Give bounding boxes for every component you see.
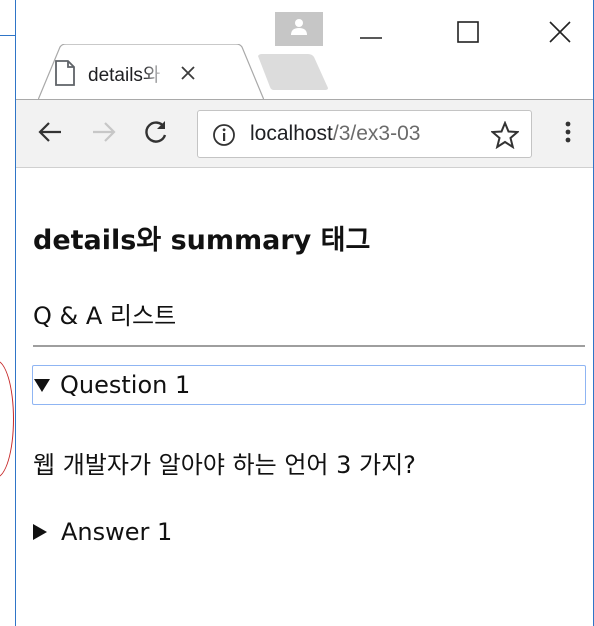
profile-button[interactable] bbox=[275, 12, 323, 46]
maximize-icon bbox=[457, 21, 479, 47]
title-bar: details와 summary 태그 bbox=[16, 0, 593, 100]
browser-window: details와 summary 태그 bbox=[15, 0, 594, 626]
person-icon bbox=[290, 18, 308, 40]
reload-icon bbox=[143, 119, 169, 149]
url-host: localhost bbox=[250, 122, 333, 145]
star-icon[interactable] bbox=[489, 120, 521, 150]
browser-toolbar: localhost/3/ex3-03 bbox=[16, 100, 593, 168]
summary-label: Question 1 bbox=[60, 371, 191, 399]
url-path: /3/ex3-03 bbox=[332, 122, 421, 145]
summary-label: Answer 1 bbox=[61, 518, 173, 546]
tab-content[interactable]: details와 summary 태그 bbox=[54, 56, 244, 90]
tab-title: details와 summary 태그 bbox=[88, 64, 166, 86]
background-line bbox=[0, 35, 16, 36]
close-icon bbox=[549, 21, 571, 47]
more-vertical-icon bbox=[565, 121, 571, 147]
minimize-icon bbox=[360, 25, 382, 44]
details-summary-answer[interactable]: Answer 1 bbox=[33, 514, 172, 550]
forward-button[interactable] bbox=[88, 118, 120, 150]
new-tab-button[interactable] bbox=[256, 54, 330, 90]
page-heading: details와 summary 태그 bbox=[33, 225, 371, 256]
arrow-right-icon bbox=[91, 121, 117, 147]
page-icon bbox=[54, 60, 76, 86]
triangle-right-icon bbox=[33, 524, 47, 540]
background-annotation-arc bbox=[0, 360, 14, 478]
url-text[interactable]: localhost/3/ex3-03 bbox=[250, 122, 482, 146]
info-icon[interactable] bbox=[212, 123, 236, 147]
menu-button[interactable] bbox=[552, 118, 584, 150]
tab-close-icon[interactable] bbox=[178, 63, 198, 83]
triangle-down-icon bbox=[34, 378, 50, 392]
details-summary-question[interactable]: Question 1 bbox=[32, 365, 586, 405]
address-bar[interactable]: localhost/3/ex3-03 bbox=[197, 110, 532, 158]
maximize-button[interactable] bbox=[442, 14, 494, 54]
details-content: 웹 개발자가 알아야 하는 언어 3 가지? bbox=[33, 451, 416, 479]
page-content: details와 summary 태그 Q & A 리스트 Question 1… bbox=[16, 169, 593, 626]
back-button[interactable] bbox=[34, 118, 66, 150]
minimize-button[interactable] bbox=[345, 14, 397, 54]
reload-button[interactable] bbox=[140, 118, 172, 150]
horizontal-rule bbox=[33, 345, 585, 347]
arrow-left-icon bbox=[37, 121, 63, 147]
page-subheading: Q & A 리스트 bbox=[33, 302, 177, 330]
close-window-button[interactable] bbox=[534, 14, 586, 54]
